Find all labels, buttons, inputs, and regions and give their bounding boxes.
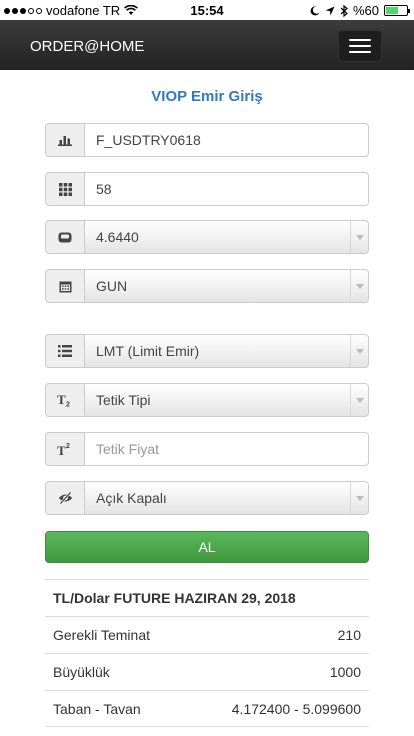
caret-down-icon [355, 397, 364, 403]
contract-input[interactable]: F_USDTRY0618 [84, 123, 369, 157]
open-close-value: Açık Kapalı [96, 490, 167, 506]
info-value: 210 [337, 627, 361, 643]
subscript-icon: T2 [57, 393, 73, 407]
info-value: 1000 [329, 664, 361, 680]
contract-info-title: TL/Dolar FUTURE HAZIRAN 29, 2018 [45, 579, 369, 616]
validity-value: GUN [96, 278, 128, 294]
info-label: Büyüklük [53, 664, 110, 680]
contract-info-table: TL/Dolar FUTURE HAZIRAN 29, 2018 Gerekli… [45, 579, 369, 727]
price-addon [45, 220, 84, 254]
open-close-addon [45, 481, 84, 515]
quantity-row: 58 [45, 172, 369, 206]
trigger-type-addon: T2 [45, 383, 84, 417]
info-value: 4.172400 - 5.099600 [231, 700, 361, 717]
info-label: Taban - Tavan [53, 700, 141, 717]
trigger-type-value: Tetik Tipi [96, 392, 151, 408]
status-right: %60 [310, 3, 410, 18]
eye-slash-icon [58, 492, 73, 504]
open-close-row: Açık Kapalı [45, 481, 369, 515]
price-tag-icon [58, 231, 72, 244]
list-icon [58, 345, 72, 357]
bluetooth-icon [340, 4, 348, 17]
trigger-price-row: T2 Tetik Fiyat [45, 432, 369, 466]
brand-title[interactable]: ORDER@HOME [30, 38, 144, 55]
validity-select[interactable]: GUN [84, 269, 369, 303]
order-type-value: LMT (Limit Emir) [96, 343, 200, 359]
location-arrow-icon [325, 6, 335, 16]
svg-text:T: T [57, 443, 66, 456]
quantity-input[interactable]: 58 [84, 172, 369, 206]
validity-dropdown-toggle[interactable] [350, 270, 368, 302]
caret-down-icon [355, 495, 364, 501]
table-row: Taban - Tavan 4.172400 - 5.099600 [45, 690, 369, 727]
contract-addon [45, 123, 84, 157]
validity-addon [45, 269, 84, 303]
battery-icon [384, 5, 410, 16]
trigger-price-placeholder: Tetik Fiyat [96, 441, 160, 457]
trigger-price-input[interactable]: Tetik Fiyat [84, 432, 369, 466]
table-row: Büyüklük 1000 [45, 653, 369, 690]
trigger-type-dropdown-toggle[interactable] [350, 384, 368, 416]
table-row: Gerekli Teminat 210 [45, 616, 369, 653]
trigger-type-row: T2 Tetik Tipi [45, 383, 369, 417]
buy-button[interactable]: AL [45, 531, 369, 563]
contract-row: F_USDTRY0618 [45, 123, 369, 157]
battery-percent: %60 [352, 3, 379, 18]
trigger-type-select[interactable]: Tetik Tipi [84, 383, 369, 417]
grid-icon [58, 182, 72, 196]
page-title: VIOP Emir Giriş [151, 88, 263, 105]
price-value: 4.6440 [96, 229, 139, 245]
open-close-dropdown-toggle[interactable] [350, 482, 368, 514]
price-row: 4.6440 [45, 220, 369, 254]
navbar: ORDER@HOME [0, 20, 414, 70]
open-close-select[interactable]: Açık Kapalı [84, 481, 369, 515]
hamburger-icon [349, 39, 371, 41]
caret-down-icon [355, 348, 364, 354]
bar-chart-icon [58, 134, 72, 146]
caret-down-icon [355, 234, 364, 240]
hamburger-menu-button[interactable] [338, 30, 382, 62]
status-bar: vodafone TR 15:54 %60 [0, 0, 414, 20]
info-label: Gerekli Teminat [53, 627, 151, 643]
validity-row: GUN [45, 269, 369, 303]
price-select[interactable]: 4.6440 [84, 220, 369, 254]
price-dropdown-toggle[interactable] [350, 221, 368, 253]
order-type-row: LMT (Limit Emir) [45, 334, 369, 368]
caret-down-icon [355, 283, 364, 289]
superscript-icon: T2 [57, 442, 73, 456]
svg-text:T: T [57, 393, 66, 407]
order-type-addon [45, 334, 84, 368]
moon-icon [310, 5, 320, 16]
order-type-dropdown-toggle[interactable] [350, 335, 368, 367]
order-type-select[interactable]: LMT (Limit Emir) [84, 334, 369, 368]
svg-text:2: 2 [66, 443, 70, 450]
svg-text:2: 2 [66, 402, 70, 408]
calendar-icon [59, 280, 72, 293]
trigger-price-addon: T2 [45, 432, 84, 466]
quantity-addon [45, 172, 84, 206]
